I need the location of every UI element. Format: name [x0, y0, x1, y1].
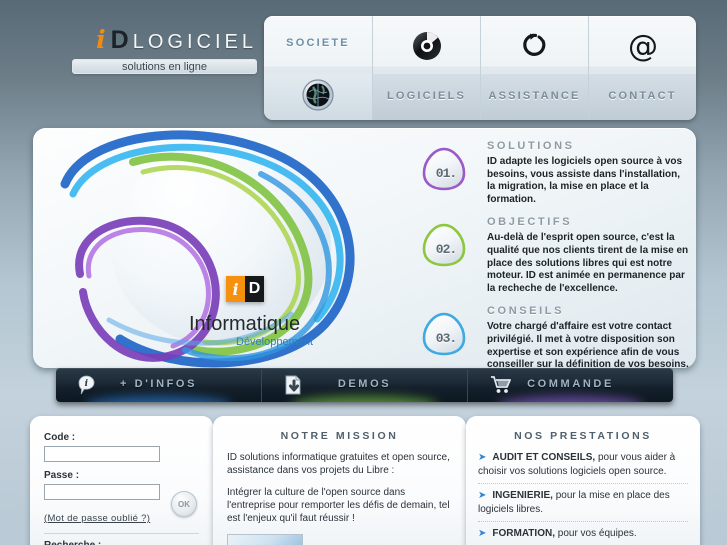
prestations-title: NOS PRESTATIONS: [514, 430, 652, 442]
nav-label-contact: CONTACT: [608, 90, 677, 102]
at-sign-icon: @: [626, 30, 660, 64]
badge-02-number: 02.: [435, 242, 457, 258]
action-infos[interactable]: i + D'INFOS: [56, 368, 261, 402]
hero-panel: i D Informatique Développement 01. SOLUT…: [33, 128, 696, 368]
hero-info-blocks: 01. SOLUTIONS ID adapte les logiciels op…: [421, 140, 689, 368]
site-tagline: solutions en ligne: [72, 59, 257, 74]
divider: [44, 533, 199, 534]
nav-label-assistance: ASSISTANCE: [488, 90, 581, 102]
nav-item-societe[interactable]: SOCIETE: [264, 16, 372, 120]
badge-02: 02.: [421, 222, 467, 268]
arrow-bullet-icon: ➤: [478, 490, 487, 501]
nav-label-logiciels: LOGICIELS: [386, 90, 467, 102]
mission-panel: NOTRE MISSION ID solutions informatique …: [213, 416, 466, 545]
badge-03-number: 03.: [435, 331, 457, 347]
block-body-objectifs: Au-delà de l'esprit open source, c'est l…: [487, 232, 689, 294]
prestation-item[interactable]: ➤ AUDIT ET CONSEILS, pour vous aider à ch…: [478, 451, 688, 484]
prestations-panel: NOS PRESTATIONS ➤ AUDIT ET CONSEILS, pour…: [466, 416, 700, 545]
passe-label: Passe :: [44, 470, 80, 481]
badge-letter-i: i: [226, 276, 245, 302]
mission-thumbnail[interactable]: [227, 534, 303, 545]
action-glow-demos: [290, 396, 439, 402]
action-label-commande: COMMANDE: [527, 378, 614, 390]
prestation-item[interactable]: ➤ INGENIERIE, pour la mise en place des l…: [478, 489, 688, 522]
nav-item-contact[interactable]: @ CONTACT: [588, 16, 696, 120]
badge-03: 03.: [421, 311, 467, 357]
info-block-solutions: 01. SOLUTIONS ID adapte les logiciels op…: [421, 140, 689, 206]
block-title-objectifs: OBJECTIFS: [487, 216, 573, 229]
info-block-conseils: 03. CONSEILS Votre chargé d'affaire est …: [421, 305, 689, 368]
logo-word-logiciel: LOGICIEL: [132, 31, 257, 53]
block-title-conseils: CONSEILS: [487, 305, 565, 318]
prestation-name: INGENIERIE,: [492, 490, 553, 501]
block-body-conseils: Votre chargé d'affaire est votre contact…: [487, 321, 689, 368]
badge-01: 01.: [421, 146, 467, 192]
action-commande[interactable]: COMMANDE: [467, 368, 673, 402]
block-body-solutions: ID adapte les logiciels open source à vo…: [487, 156, 683, 205]
badge-01-number: 01.: [435, 166, 457, 181]
nav-item-assistance[interactable]: ASSISTANCE: [480, 16, 588, 120]
hero-title: Informatique: [189, 313, 301, 335]
mission-paragraph-2: Intégrer la culture de l'open source dan…: [227, 487, 450, 524]
mission-paragraph-1: ID solutions informatique gratuites et o…: [227, 452, 450, 476]
site-logo[interactable]: i D LOGICIEL solutions en ligne: [72, 27, 257, 74]
mission-title: NOTRE MISSION: [280, 430, 399, 442]
passe-input[interactable]: [44, 484, 160, 500]
action-label-demos: DEMOS: [337, 378, 392, 390]
login-ok-button[interactable]: OK: [171, 491, 197, 517]
code-label: Code :: [44, 432, 76, 443]
login-panel: Code : Passe : (Mot de passe oublié ?) O…: [30, 416, 213, 545]
forgot-password-link[interactable]: (Mot de passe oublié ?): [44, 513, 150, 524]
action-glow-infos: [84, 396, 233, 402]
action-demos[interactable]: DEMOS: [261, 368, 467, 402]
prestation-name: FORMATION,: [492, 528, 555, 539]
nav-item-logiciels[interactable]: LOGICIELS: [372, 16, 480, 120]
prestation-name: AUDIT ET CONSEILS,: [492, 452, 596, 463]
action-label-infos: + D'INFOS: [119, 378, 198, 390]
arrow-bullet-icon: ➤: [478, 528, 487, 539]
page-header: i D LOGICIEL solutions en ligne SOCIETE: [0, 0, 727, 122]
info-block-objectifs: 02. OBJECTIFS Au-delà de l'esprit open s…: [421, 216, 689, 295]
prestation-item[interactable]: ➤ FORMATION, pour vos équipes.: [478, 527, 688, 545]
arrow-bullet-icon: ➤: [478, 452, 487, 463]
action-glow-commande: [496, 396, 645, 402]
main-navigation: SOCIETE LOGICIELS ASSISTANCE @ CONTACT: [264, 16, 696, 120]
block-title-solutions: SOLUTIONS: [487, 140, 575, 152]
badge-letter-d: D: [245, 276, 264, 302]
action-bar: i + D'INFOS DEMOS COMMANDE: [56, 368, 673, 402]
globe-icon: [301, 78, 335, 112]
hero-id-badge: i D: [226, 276, 264, 302]
disc-icon: [411, 30, 443, 62]
prestation-text: pour vos équipes.: [554, 528, 637, 539]
hero-subtitle: Développement: [236, 336, 314, 348]
logo-letter-i: i: [96, 25, 106, 54]
logo-wordmark: i D LOGICIEL: [72, 27, 257, 53]
circular-arrow-icon: [519, 30, 551, 62]
nav-label-societe: SOCIETE: [286, 37, 350, 49]
svg-text:@: @: [628, 30, 658, 64]
code-input[interactable]: [44, 446, 160, 462]
logo-letter-d: D: [110, 26, 129, 54]
search-label: Recherche :: [44, 540, 199, 545]
